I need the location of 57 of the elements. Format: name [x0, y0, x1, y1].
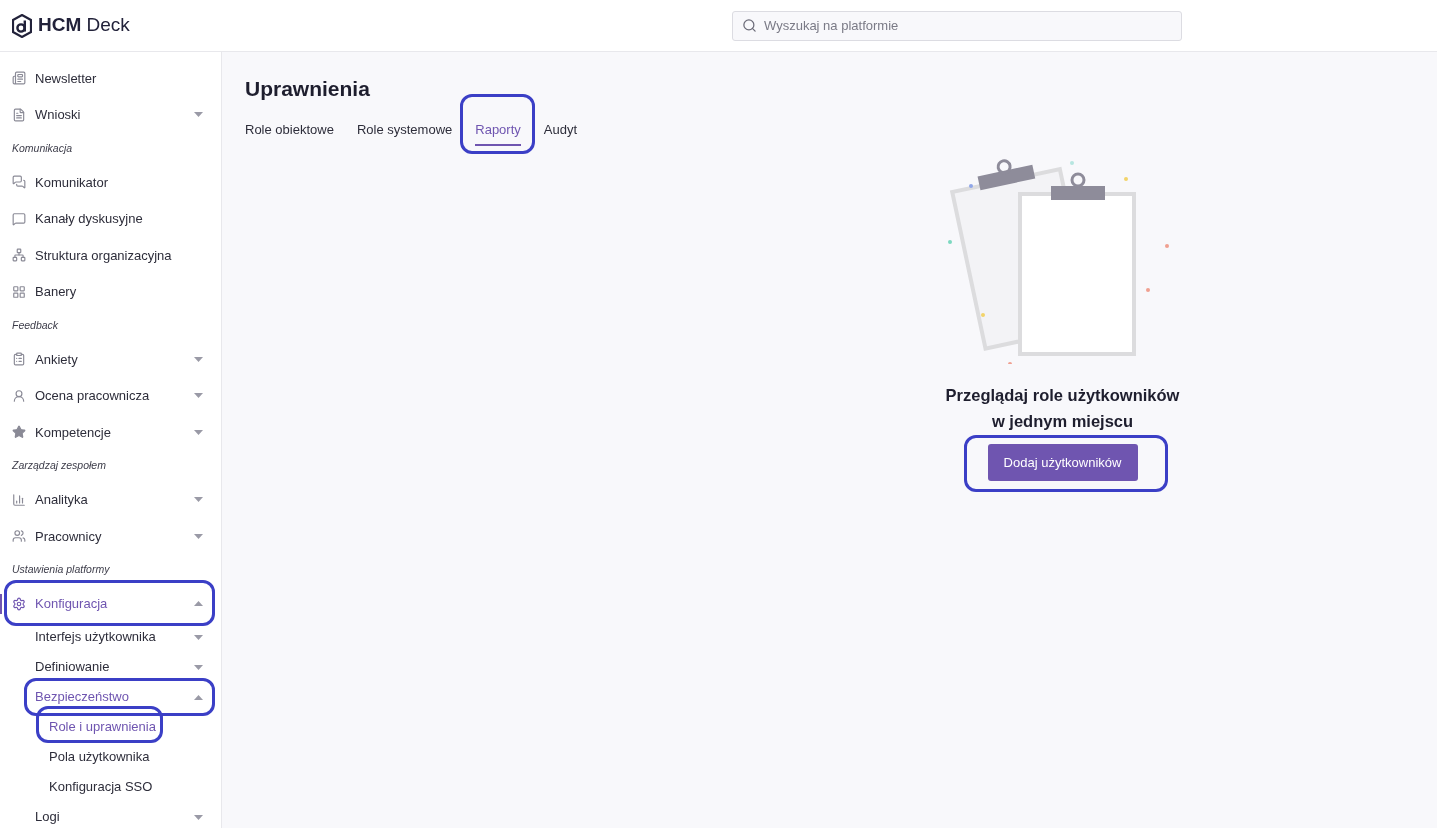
sidebar-item[interactable]: Komunikator [0, 164, 221, 201]
empty-state-message: Przeglądaj role użytkowników w jednym miejscu [944, 385, 1181, 432]
sidebar-item[interactable]: Newsletter [0, 60, 221, 97]
page-title: Uprawnienia [245, 76, 371, 102]
chat-bubbles-icon [12, 175, 26, 190]
person-icon [12, 388, 26, 403]
caret-icon [194, 393, 203, 399]
sidebar-item[interactable]: Konfiguracja [0, 585, 221, 622]
tab[interactable]: Role obiektowe [245, 116, 334, 146]
sidebar-item[interactable]: Pracownicy [0, 518, 221, 555]
tab[interactable]: Role systemowe [356, 116, 453, 146]
caret-icon [194, 112, 203, 118]
sidebar-subitem[interactable]: Pola użytkownika [0, 742, 221, 772]
sidebar-item[interactable]: Kanały dyskusyjne [0, 200, 221, 237]
caret-icon [194, 814, 203, 820]
sidebar-item[interactable]: Struktura organizacyjna [0, 237, 221, 274]
people-icon [12, 529, 26, 544]
newspaper-icon [12, 71, 26, 86]
caret-icon [194, 634, 203, 640]
caret-icon [194, 694, 203, 700]
sidebar-subitem[interactable]: Definiowanie [0, 652, 221, 682]
bar-chart-icon [12, 492, 26, 507]
search-icon [742, 18, 757, 33]
sidebar-subitem[interactable]: Role i uprawnienia [0, 712, 221, 742]
document-icon [12, 107, 26, 122]
settings-icon [12, 596, 26, 611]
section-heading: Ustawienia platformy [12, 562, 110, 578]
tab[interactable]: Raporty [475, 116, 521, 146]
section-heading: Zarządzaj zespołem [12, 458, 106, 474]
sidebar-subitem[interactable]: Interfejs użytkownika [0, 622, 221, 652]
sidebar-item[interactable]: Ankiety [0, 341, 221, 378]
tab[interactable]: Audyt [543, 116, 578, 146]
sidebar-item[interactable]: Ocena pracownicza [0, 377, 221, 414]
org-chart-icon [12, 248, 26, 263]
sidebar-subitem[interactable]: Bezpieczeństwo [0, 682, 221, 712]
caret-icon [194, 429, 203, 435]
sidebar-item[interactable]: Kompetencje [0, 414, 221, 451]
app-logo-text: HCM Deck [38, 13, 130, 38]
sidebar-item[interactable]: Wnioski [0, 96, 221, 133]
logo-icon [12, 13, 32, 38]
section-heading: Feedback [12, 317, 59, 333]
sidebar-item[interactable]: Banery [0, 273, 221, 310]
search-field[interactable]: Wyszukaj na platformie [732, 10, 1182, 41]
grid-icon [12, 284, 26, 299]
add-users-button[interactable]: Dodaj użytkowników [987, 444, 1138, 481]
caret-icon [194, 601, 203, 607]
caret-icon [194, 533, 203, 539]
sidebar-item[interactable]: Analityka [0, 481, 221, 518]
clipboard-icon [12, 352, 26, 367]
star-icon [12, 425, 26, 440]
speech-bubble-icon [12, 211, 26, 226]
caret-icon [194, 356, 203, 362]
section-heading: Komunikacja [12, 140, 73, 156]
caret-icon [194, 664, 203, 670]
sidebar-subitem[interactable]: Logi [0, 802, 221, 828]
sidebar-subitem[interactable]: Konfiguracja SSO [0, 772, 221, 802]
caret-icon [194, 497, 203, 503]
